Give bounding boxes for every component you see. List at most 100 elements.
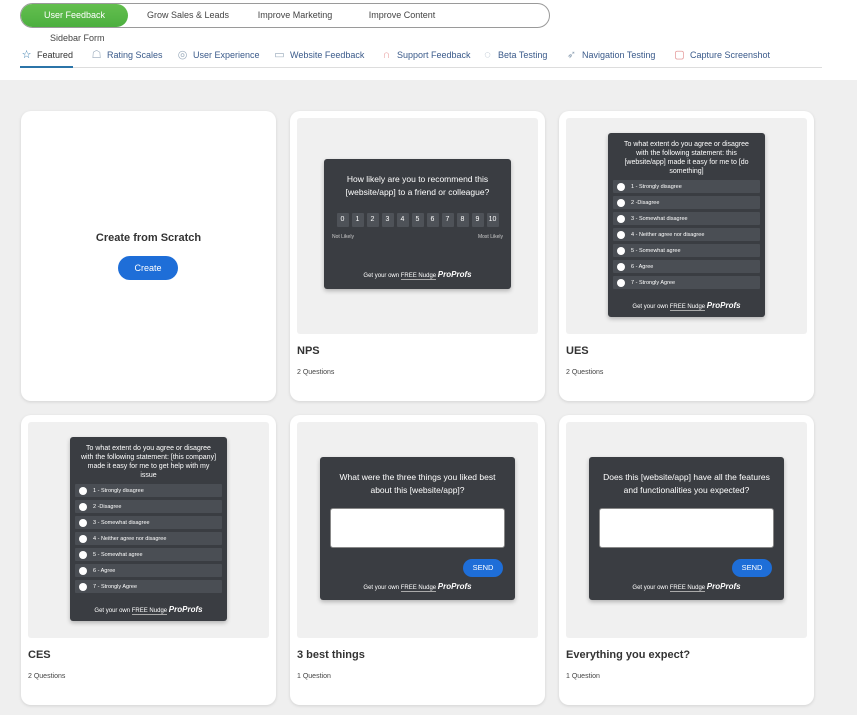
- option-label: 1 - Strongly disagree: [631, 183, 682, 190]
- headset-icon: ∩: [382, 48, 391, 61]
- category-grow-sales[interactable]: Grow Sales & Leads: [128, 4, 248, 27]
- rating-icon: ☖: [91, 48, 102, 61]
- nps-score-7[interactable]: 7: [441, 213, 454, 227]
- radio-icon: [617, 198, 625, 207]
- agree-scale: 1 - Strongly disagree 2 -Disagree 3 - Some…: [613, 180, 760, 289]
- user-experience-icon: ◎: [177, 48, 188, 61]
- agree-option[interactable]: 2 -Disagree: [75, 500, 222, 513]
- tab-label: Website Feedback: [290, 50, 365, 60]
- template-preview: Does this [website/app] have all the fea…: [566, 422, 807, 638]
- nps-score-3[interactable]: 3: [381, 213, 394, 227]
- footer-brand: ProProfs: [437, 270, 472, 279]
- sidebar-form-link[interactable]: Sidebar Form: [50, 33, 105, 43]
- radio-icon: [617, 246, 625, 255]
- option-label: 6 - Agree: [93, 567, 116, 574]
- agree-option[interactable]: 7 - Strongly Agree: [75, 580, 222, 593]
- widget-question: To what extent do you agree or disagree …: [624, 141, 749, 175]
- template-card-ces[interactable]: To what extent do you agree or disagree …: [21, 415, 276, 705]
- footer-prefix: Get your own: [363, 273, 400, 279]
- widget-footer: Get your own FREE Nudge ProProfs: [608, 301, 765, 311]
- nps-high-label: Most Likely: [477, 234, 503, 240]
- template-card-nps[interactable]: How likely are you to recommend this [we…: [290, 111, 545, 401]
- footer-prefix: Get your own: [632, 585, 669, 591]
- agree-option[interactable]: 3 - Somewhat disagree: [613, 212, 760, 225]
- template-card-best-things[interactable]: What were the three things you liked bes…: [290, 415, 545, 705]
- tab-featured[interactable]: ☆ Featured: [20, 44, 74, 68]
- tab-user-experience[interactable]: ◎ User Experience: [176, 44, 260, 66]
- radio-icon: [617, 262, 625, 271]
- agree-option[interactable]: 1 - Strongly disagree: [613, 180, 760, 193]
- option-label: 4 - Neither agree nor disagree: [93, 535, 167, 542]
- footer-free: FREE Nudge: [400, 585, 437, 592]
- nps-score-6[interactable]: 6: [426, 213, 439, 227]
- tab-capture-screenshot[interactable]: ▢ Capture Screenshot: [673, 44, 770, 66]
- tab-label: Featured: [37, 50, 74, 60]
- template-card-ues[interactable]: To what extent do you agree or disagree …: [559, 111, 814, 401]
- template-preview: To what extent do you agree or disagree …: [566, 118, 807, 334]
- nps-score-8[interactable]: 8: [456, 213, 469, 227]
- footer-free: FREE Nudge: [669, 585, 706, 592]
- card-title: Everything you expect?: [566, 649, 691, 661]
- tab-rating-scales[interactable]: ☖ Rating Scales: [90, 44, 163, 66]
- nps-score-0[interactable]: 0: [336, 213, 349, 227]
- widget-footer: Get your own FREE Nudge ProProfs: [589, 582, 784, 592]
- card-question-count: 1 Question: [566, 673, 600, 680]
- category-user-feedback[interactable]: User Feedback: [21, 4, 128, 27]
- agree-option[interactable]: 5 - Somewhat agree: [613, 244, 760, 257]
- template-card-expect[interactable]: Does this [website/app] have all the fea…: [559, 415, 814, 705]
- option-label: 2 -Disagree: [631, 199, 660, 206]
- agree-option[interactable]: 4 - Neither agree nor disagree: [75, 532, 222, 545]
- radio-icon: [617, 230, 625, 239]
- website-icon: ▭: [274, 48, 285, 61]
- radio-icon: [79, 550, 87, 559]
- ces-widget: To what extent do you agree or disagree …: [70, 437, 227, 621]
- agree-scale: 1 - Strongly disagree 2 -Disagree 3 - Some…: [75, 484, 222, 593]
- screenshot-icon: ▢: [674, 48, 685, 61]
- templates-grid: Create from Scratch Create How likely ar…: [0, 80, 857, 715]
- radio-icon: [79, 518, 87, 527]
- card-title: 3 best things: [297, 649, 365, 661]
- agree-option[interactable]: 5 - Somewhat agree: [75, 548, 222, 561]
- card-question-count: 2 Questions: [297, 369, 335, 376]
- nps-scale: 0 1 2 3 4 5 6 7 8 9 10: [324, 213, 511, 227]
- create-button[interactable]: Create: [118, 256, 178, 280]
- widget-footer: Get your own FREE Nudge ProProfs: [324, 270, 511, 280]
- nps-score-10[interactable]: 10: [486, 213, 499, 227]
- footer-prefix: Get your own: [632, 304, 669, 310]
- option-label: 4 - Neither agree nor disagree: [631, 231, 705, 238]
- tab-website-feedback[interactable]: ▭ Website Feedback: [273, 44, 364, 66]
- agree-option[interactable]: 2 -Disagree: [613, 196, 760, 209]
- option-label: 3 - Somewhat disagree: [93, 519, 150, 526]
- footer-brand: ProProfs: [437, 582, 472, 591]
- send-button[interactable]: SEND: [463, 559, 503, 577]
- template-preview: What were the three things you liked bes…: [297, 422, 538, 638]
- send-button[interactable]: SEND: [732, 559, 772, 577]
- tab-beta-testing[interactable]: ◌ Beta Testing: [481, 44, 547, 66]
- nps-score-9[interactable]: 9: [471, 213, 484, 227]
- option-label: 6 - Agree: [631, 263, 654, 270]
- agree-option[interactable]: 7 - Strongly Agree: [613, 276, 760, 289]
- footer-free: FREE Nudge: [400, 273, 437, 280]
- widget-footer: Get your own FREE Nudge ProProfs: [70, 605, 227, 615]
- tab-support-feedback[interactable]: ∩ Support Feedback: [380, 44, 471, 66]
- answer-textarea[interactable]: [330, 508, 505, 548]
- nps-score-1[interactable]: 1: [351, 213, 364, 227]
- category-improve-marketing[interactable]: Improve Marketing: [239, 4, 351, 27]
- answer-textarea[interactable]: [599, 508, 774, 548]
- radio-icon: [79, 566, 87, 575]
- category-improve-content[interactable]: Improve Content: [347, 4, 457, 27]
- nps-score-5[interactable]: 5: [411, 213, 424, 227]
- agree-option[interactable]: 6 - Agree: [75, 564, 222, 577]
- ues-widget: To what extent do you agree or disagree …: [608, 133, 765, 317]
- tab-navigation-testing[interactable]: ➶ Navigation Testing: [565, 44, 656, 66]
- option-label: 5 - Somewhat agree: [93, 551, 143, 558]
- agree-option[interactable]: 4 - Neither agree nor disagree: [613, 228, 760, 241]
- create-from-scratch-card[interactable]: Create from Scratch Create: [21, 111, 276, 401]
- navigation-icon: ➶: [566, 48, 577, 61]
- nps-score-2[interactable]: 2: [366, 213, 379, 227]
- nps-score-4[interactable]: 4: [396, 213, 409, 227]
- agree-option[interactable]: 1 - Strongly disagree: [75, 484, 222, 497]
- widget-footer: Get your own FREE Nudge ProProfs: [320, 582, 515, 592]
- agree-option[interactable]: 3 - Somewhat disagree: [75, 516, 222, 529]
- agree-option[interactable]: 6 - Agree: [613, 260, 760, 273]
